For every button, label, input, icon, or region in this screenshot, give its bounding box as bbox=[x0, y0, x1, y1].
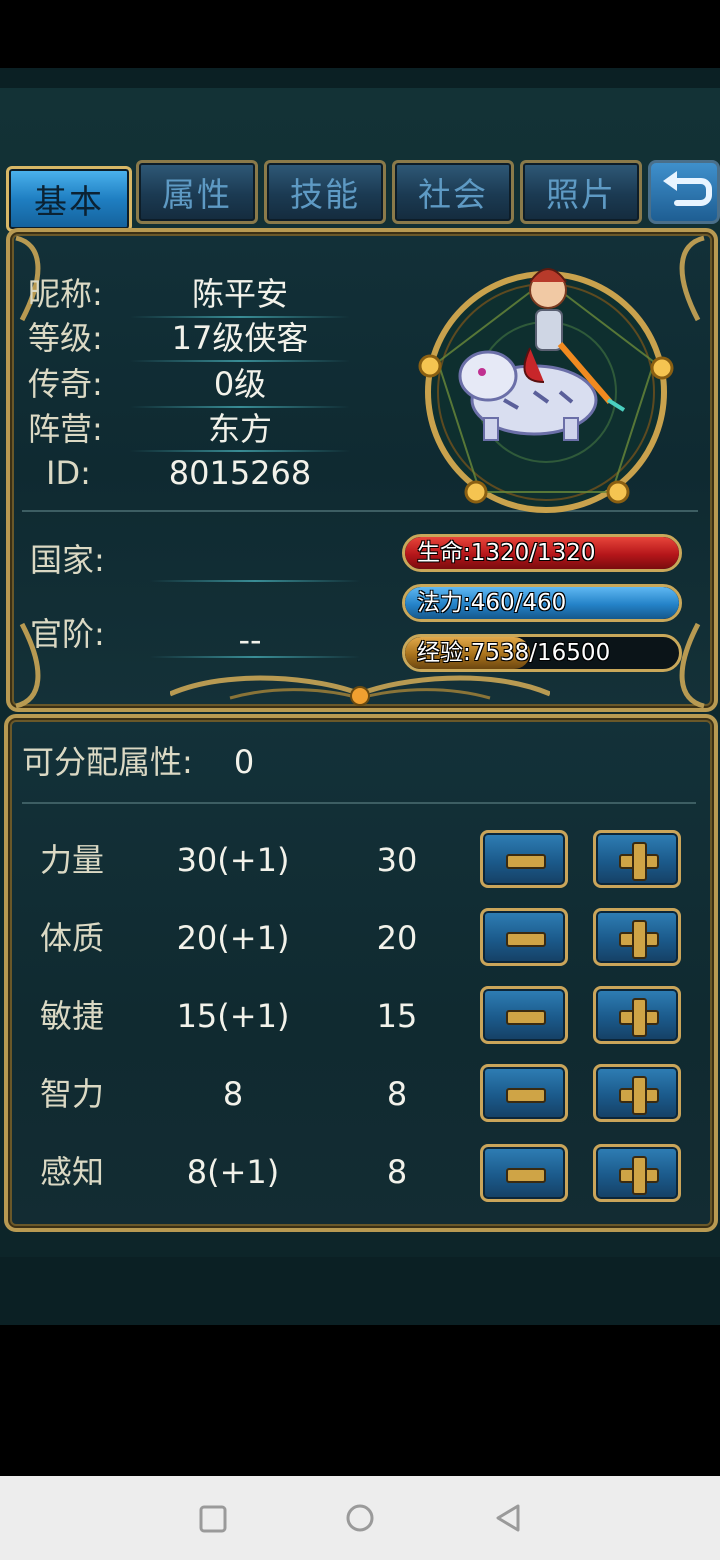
exp-text: 经验:7538/16500 bbox=[417, 640, 611, 666]
minus-icon bbox=[506, 1168, 546, 1183]
level-label: 等级: bbox=[28, 319, 103, 357]
ornament-bottom-center bbox=[170, 675, 550, 706]
minus-icon bbox=[506, 1010, 546, 1025]
stat-name-perception: 感知 bbox=[40, 1153, 105, 1191]
minus-icon bbox=[506, 854, 546, 869]
separator bbox=[150, 580, 360, 582]
strength-plus-button[interactable] bbox=[593, 830, 681, 888]
stat-base-constitution: 20(+1) bbox=[176, 919, 290, 957]
stat-base-perception: 8(+1) bbox=[186, 1153, 280, 1191]
separator bbox=[130, 406, 350, 408]
legend-label: 传奇: bbox=[28, 365, 103, 403]
free-points-label: 可分配属性: bbox=[22, 743, 193, 781]
id-label: ID: bbox=[46, 454, 91, 492]
home-icon[interactable] bbox=[344, 1502, 376, 1534]
constitution-minus-button[interactable] bbox=[480, 908, 568, 966]
rank-label: 官阶: bbox=[30, 615, 105, 653]
tab-label: 基本 bbox=[34, 182, 104, 221]
stat-name-strength: 力量 bbox=[40, 841, 105, 879]
hp-text: 生命:1320/1320 bbox=[417, 540, 596, 566]
hp-bar: 生命:1320/1320 bbox=[402, 534, 682, 572]
system-nav-bar bbox=[0, 1476, 720, 1560]
plus-icon-vertical bbox=[632, 842, 647, 881]
nickname-value: 陈平安 bbox=[191, 275, 288, 313]
character-avatar[interactable] bbox=[414, 252, 680, 522]
tab-label: 照片 bbox=[546, 175, 616, 214]
stat-name-constitution: 体质 bbox=[40, 919, 105, 957]
back-icon[interactable] bbox=[492, 1502, 524, 1534]
mp-text: 法力:460/460 bbox=[417, 590, 567, 616]
perception-plus-button[interactable] bbox=[593, 1144, 681, 1202]
separator bbox=[150, 656, 360, 658]
stat-name-agility: 敏捷 bbox=[40, 997, 105, 1035]
tab-photos[interactable]: 照片 bbox=[520, 160, 642, 224]
nickname-label: 昵称: bbox=[28, 275, 103, 313]
country-label: 国家: bbox=[30, 541, 105, 579]
recent-apps-icon[interactable] bbox=[198, 1504, 228, 1534]
back-arrow-icon bbox=[663, 171, 712, 206]
plus-icon-vertical bbox=[632, 1156, 647, 1195]
rank-value: -- bbox=[238, 621, 262, 659]
stat-current-strength: 30 bbox=[376, 841, 418, 879]
perception-minus-button[interactable] bbox=[480, 1144, 568, 1202]
id-value: 8015268 bbox=[168, 454, 312, 492]
stat-current-agility: 15 bbox=[376, 997, 418, 1035]
minus-icon bbox=[506, 1088, 546, 1103]
tab-skills[interactable]: 技能 bbox=[264, 160, 386, 224]
stat-base-strength: 30(+1) bbox=[176, 841, 290, 879]
intelligence-plus-button[interactable] bbox=[593, 1064, 681, 1122]
tab-label: 属性 bbox=[162, 175, 232, 214]
constitution-plus-button[interactable] bbox=[593, 908, 681, 966]
minus-icon bbox=[506, 932, 546, 947]
tab-label: 社会 bbox=[418, 175, 488, 214]
attribute-divider bbox=[22, 802, 696, 804]
separator bbox=[130, 360, 350, 362]
plus-icon-vertical bbox=[632, 998, 647, 1037]
camp-label: 阵营: bbox=[28, 410, 103, 448]
tab-label: 技能 bbox=[290, 175, 360, 214]
stat-current-constitution: 20 bbox=[376, 919, 418, 957]
tab-social[interactable]: 社会 bbox=[392, 160, 514, 224]
strength-minus-button[interactable] bbox=[480, 830, 568, 888]
stat-current-perception: 8 bbox=[386, 1153, 408, 1191]
tab-attributes[interactable]: 属性 bbox=[136, 160, 258, 224]
agility-minus-button[interactable] bbox=[480, 986, 568, 1044]
stat-name-intelligence: 智力 bbox=[40, 1075, 105, 1113]
separator bbox=[130, 450, 350, 452]
mp-bar: 法力:460/460 bbox=[402, 584, 682, 622]
exp-bar: 经验:7538/16500 bbox=[402, 634, 682, 672]
stat-base-intelligence: 8 bbox=[222, 1075, 244, 1113]
back-button[interactable] bbox=[648, 160, 720, 224]
intelligence-minus-button[interactable] bbox=[480, 1064, 568, 1122]
stat-base-agility: 15(+1) bbox=[176, 997, 290, 1035]
camp-value: 东方 bbox=[207, 410, 272, 448]
plus-icon-vertical bbox=[632, 920, 647, 959]
legend-value: 0级 bbox=[213, 365, 267, 403]
stat-current-intelligence: 8 bbox=[386, 1075, 408, 1113]
agility-plus-button[interactable] bbox=[593, 986, 681, 1044]
level-value: 17级侠客 bbox=[171, 319, 309, 357]
tab-basic[interactable]: 基本 bbox=[6, 166, 132, 232]
plus-icon-vertical bbox=[632, 1076, 647, 1115]
free-points-value: 0 bbox=[233, 743, 255, 781]
